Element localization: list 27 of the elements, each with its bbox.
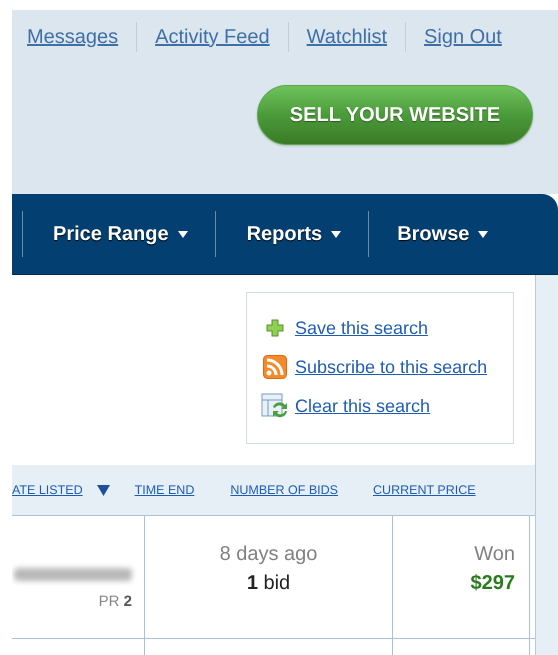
search-action-link[interactable]: Subscribe to this search — [295, 356, 488, 378]
search-action-link[interactable]: Clear this search — [295, 396, 430, 416]
table-refresh-icon — [261, 393, 289, 419]
nav-link[interactable]: Sign Out — [406, 26, 520, 48]
column-header-link[interactable]: CURRENT PRICE — [373, 483, 476, 497]
nav-link[interactable]: Activity Feed — [137, 26, 288, 48]
bid-count: 1 bid — [246, 572, 290, 595]
column-header-link[interactable]: NUMBER OF BIDS — [230, 483, 338, 497]
page-rank: PR 2 — [98, 593, 132, 610]
search-action-link[interactable]: Save this search — [295, 318, 428, 338]
nav-link[interactable]: Messages — [27, 26, 136, 48]
nav-link[interactable]: Watchlist — [288, 26, 406, 48]
menu-tab[interactable]: Price Range — [23, 222, 215, 246]
price: $297 — [470, 572, 515, 595]
time-end: 8 days ago — [220, 543, 318, 566]
plus-icon — [265, 318, 285, 338]
rss-icon — [263, 355, 287, 379]
caret-icon — [478, 230, 488, 238]
menu-tab[interactable]: Browse — [369, 222, 508, 246]
auction-status: Won — [474, 543, 515, 566]
column-header-link[interactable]: TIME END — [134, 483, 194, 497]
caret-icon — [331, 230, 342, 238]
sort-down-icon — [96, 484, 110, 496]
menu-tab[interactable]: Reports — [216, 222, 368, 246]
column-header-link[interactable]: ATE LISTED — [12, 483, 83, 497]
caret-icon — [178, 230, 188, 238]
sell-website-button[interactable]: SELL YOUR WEBSITE — [257, 85, 533, 145]
